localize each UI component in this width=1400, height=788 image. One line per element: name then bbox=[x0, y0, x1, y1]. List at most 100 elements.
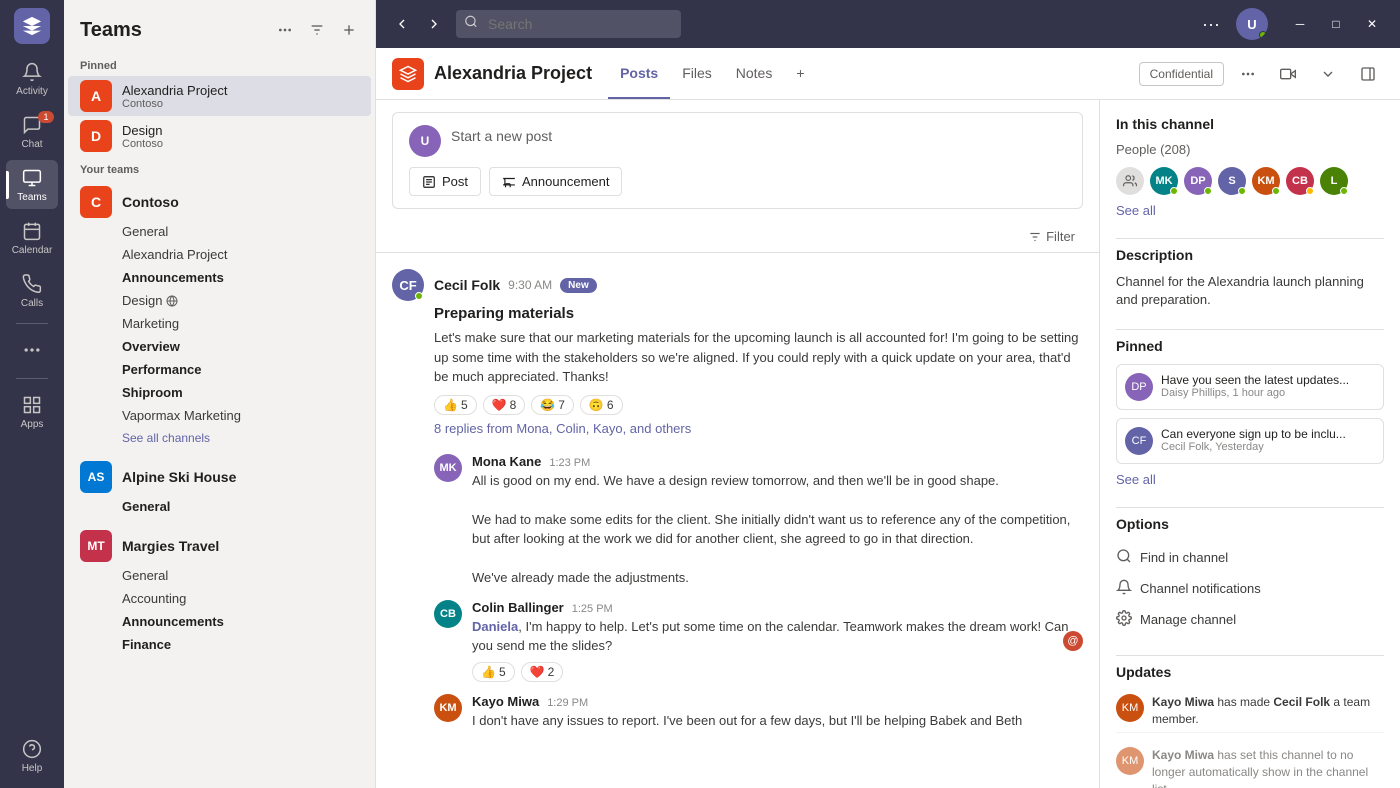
teams-more-button[interactable] bbox=[271, 16, 299, 44]
back-button[interactable] bbox=[388, 10, 416, 38]
messages-list: CF Cecil Folk 9:30 AM New Preparing mate… bbox=[376, 253, 1099, 788]
channel-general[interactable]: General bbox=[68, 220, 371, 243]
channel-design[interactable]: Design bbox=[68, 289, 371, 312]
update-1-text: Kayo Miwa has made Cecil Folk a team mem… bbox=[1152, 694, 1384, 728]
top-bar-right: ··· U ─ □ ✕ bbox=[1194, 8, 1388, 40]
channel-performance[interactable]: Performance bbox=[68, 358, 371, 381]
nav-item-teams[interactable]: Teams bbox=[6, 160, 58, 209]
margies-name: Margies Travel bbox=[122, 538, 339, 554]
teams-panel: Teams Pinned A Alexandria Project Contos… bbox=[64, 0, 376, 788]
status-dot-3 bbox=[1238, 187, 1246, 195]
teams-add-button[interactable] bbox=[335, 16, 363, 44]
channel-alpine-general[interactable]: General bbox=[68, 495, 371, 518]
forward-button[interactable] bbox=[420, 10, 448, 38]
mona-header: Mona Kane 1:23 PM bbox=[472, 454, 1083, 469]
tab-notes[interactable]: Notes bbox=[724, 49, 785, 99]
pinned-avatar-1: DP bbox=[1125, 373, 1153, 401]
maximize-button[interactable]: □ bbox=[1320, 10, 1352, 38]
reaction-thumb[interactable]: 👍 5 bbox=[434, 395, 477, 415]
pinned-design[interactable]: D Design Contoso bbox=[68, 116, 371, 156]
nav-activity-label: Activity bbox=[16, 86, 48, 97]
person-avatar-5[interactable]: CB bbox=[1286, 167, 1314, 195]
channel-header-right: Confidential bbox=[1139, 58, 1384, 90]
minimize-button[interactable]: ─ bbox=[1284, 10, 1316, 38]
team-margies-row[interactable]: MT Margies Travel bbox=[68, 524, 371, 564]
divider-4 bbox=[1116, 655, 1384, 656]
channel-overview[interactable]: Overview bbox=[68, 335, 371, 358]
people-group-icon[interactable] bbox=[1116, 167, 1144, 195]
announcement-label: Announcement bbox=[522, 174, 609, 189]
replies-link[interactable]: 8 replies from Mona, Colin, Kayo, and ot… bbox=[434, 421, 1083, 436]
topbar-more-button[interactable]: ··· bbox=[1194, 10, 1228, 39]
pinned-item-1[interactable]: DP Have you seen the latest updates... D… bbox=[1116, 364, 1384, 410]
option-find-in-channel[interactable]: Find in channel bbox=[1116, 542, 1384, 573]
channel-shiproom[interactable]: Shiproom bbox=[68, 381, 371, 404]
person-avatar-4[interactable]: KM bbox=[1252, 167, 1280, 195]
alpine-name: Alpine Ski House bbox=[122, 469, 339, 485]
see-all-contoso[interactable]: See all channels bbox=[68, 427, 371, 449]
announcement-button[interactable]: Announcement bbox=[489, 167, 622, 196]
kayo-avatar: KM bbox=[434, 694, 462, 722]
close-button[interactable]: ✕ bbox=[1356, 10, 1388, 38]
user-avatar[interactable]: U bbox=[1236, 8, 1268, 40]
nav-chat-label: Chat bbox=[21, 139, 42, 150]
nav-teams-label: Teams bbox=[17, 192, 46, 203]
channel-alexandria-project[interactable]: Alexandria Project bbox=[68, 243, 371, 266]
reaction-emoji4[interactable]: 🙃 6 bbox=[580, 395, 623, 415]
channel-vapormax[interactable]: Vapormax Marketing bbox=[68, 404, 371, 427]
option-manage-channel[interactable]: Manage channel bbox=[1116, 604, 1384, 635]
see-all-pinned[interactable]: See all bbox=[1116, 472, 1384, 487]
colin-reaction-thumb[interactable]: 👍 5 bbox=[472, 662, 515, 682]
more-dots-icon bbox=[20, 338, 44, 362]
teams-filter-button[interactable] bbox=[303, 16, 331, 44]
post-type-buttons: Post Announcement bbox=[409, 167, 1066, 196]
nav-calendar-label: Calendar bbox=[12, 245, 53, 256]
colin-time: 1:25 PM bbox=[572, 603, 613, 615]
channel-tabs: Posts Files Notes + bbox=[608, 49, 816, 98]
team-contoso-row[interactable]: C Contoso bbox=[68, 180, 371, 220]
person-avatar-3[interactable]: S bbox=[1218, 167, 1246, 195]
channel-marketing[interactable]: Marketing bbox=[68, 312, 371, 335]
channel-margies-general[interactable]: General bbox=[68, 564, 371, 587]
option-notifications[interactable]: Channel notifications bbox=[1116, 573, 1384, 604]
nav-item-activity[interactable]: Activity bbox=[6, 54, 58, 103]
channel-margies-announcements[interactable]: Announcements bbox=[68, 610, 371, 633]
channel-more-button[interactable] bbox=[1232, 58, 1264, 90]
colin-reaction-heart[interactable]: ❤️ 2 bbox=[521, 662, 564, 682]
post-button[interactable]: Post bbox=[409, 167, 481, 196]
search-input[interactable] bbox=[456, 10, 681, 38]
video-button[interactable] bbox=[1272, 58, 1304, 90]
nav-apps-label: Apps bbox=[21, 419, 44, 430]
reaction-laugh[interactable]: 😂 7 bbox=[531, 395, 574, 415]
team-alpine-row[interactable]: AS Alpine Ski House bbox=[68, 455, 371, 495]
see-all-people[interactable]: See all bbox=[1116, 203, 1384, 218]
nav-item-calendar[interactable]: Calendar bbox=[6, 213, 58, 262]
colin-avatar: CB bbox=[434, 600, 462, 628]
tab-files[interactable]: Files bbox=[670, 49, 724, 99]
new-post-placeholder[interactable]: Start a new post bbox=[451, 128, 1066, 144]
nav-item-apps[interactable]: Apps bbox=[6, 387, 58, 436]
channel-finance[interactable]: Finance bbox=[68, 633, 371, 656]
nav-item-chat[interactable]: Chat 1 bbox=[6, 107, 58, 156]
person-avatar-2[interactable]: DP bbox=[1184, 167, 1212, 195]
bell-icon bbox=[20, 60, 44, 84]
tab-posts[interactable]: Posts bbox=[608, 49, 670, 99]
person-avatar-1[interactable]: MK bbox=[1150, 167, 1178, 195]
expand-button[interactable] bbox=[1312, 58, 1344, 90]
nav-item-more[interactable] bbox=[6, 332, 58, 370]
channel-announcements[interactable]: Announcements bbox=[68, 266, 371, 289]
nav-item-calls[interactable]: Calls bbox=[6, 266, 58, 315]
pinned-alexandria[interactable]: A Alexandria Project Contoso bbox=[68, 76, 371, 116]
post-label: Post bbox=[442, 174, 468, 189]
pinned-item-2[interactable]: CF Can everyone sign up to be inclu... C… bbox=[1116, 418, 1384, 464]
nav-item-help[interactable]: Help bbox=[6, 731, 58, 780]
options-title: Options bbox=[1116, 516, 1384, 532]
confidential-button[interactable]: Confidential bbox=[1139, 62, 1224, 86]
channel-accounting[interactable]: Accounting bbox=[68, 587, 371, 610]
reaction-heart[interactable]: ❤️ 8 bbox=[483, 395, 526, 415]
filter-button[interactable]: Filter bbox=[1020, 225, 1083, 248]
person-avatar-6[interactable]: L bbox=[1320, 167, 1348, 195]
sidebar-toggle-button[interactable] bbox=[1352, 58, 1384, 90]
channel-name: Alexandria Project bbox=[434, 63, 592, 84]
tab-add[interactable]: + bbox=[784, 49, 816, 99]
